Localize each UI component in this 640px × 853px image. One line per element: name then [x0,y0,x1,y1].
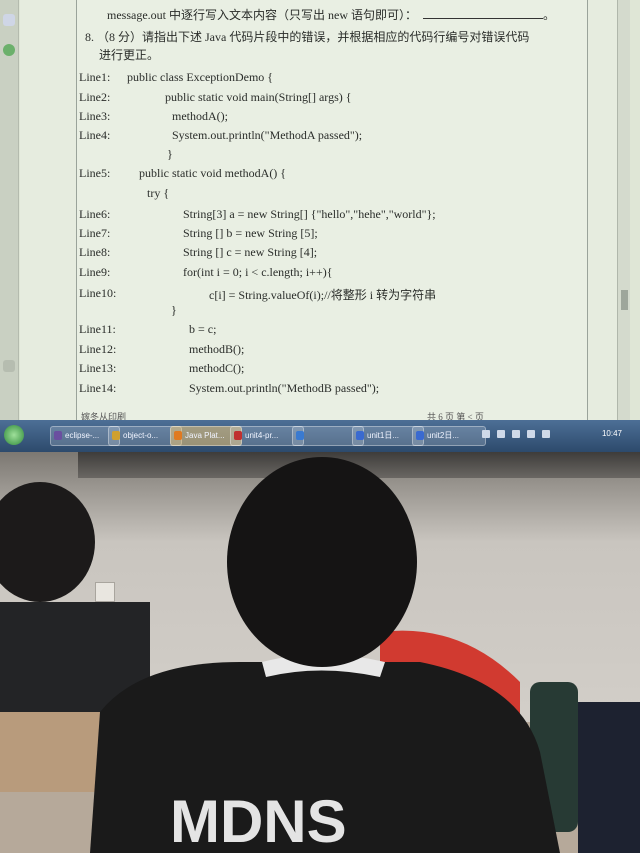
question-title-cont: 进行更正。 [99,48,160,62]
line-label: Line14: [79,381,117,395]
jacket-lettering: MDNS [170,788,347,853]
line-label: Line10: [79,286,117,300]
code-line: } [171,303,177,317]
start-button[interactable] [4,425,24,445]
line-label: Line9: [79,265,111,279]
code-line: methodB(); [189,342,245,356]
code-line: String [] c = new String [4]; [183,245,318,259]
code-line: String[3] a = new String[] {"hello","heh… [183,207,436,221]
taskbar-item-label: unit2日... [427,431,460,440]
tray-icon[interactable] [482,430,490,438]
taskbar-item[interactable]: unit2日... [412,426,486,446]
line-label: Line7: [79,226,111,240]
code-line: b = c; [189,322,217,336]
app-icon [416,431,424,440]
line-label: Line12: [79,342,117,356]
projected-screen: message.out 中逐行写入文本内容（只写出 new 语句即可）：。 8.… [0,0,640,452]
taskbar-item-label: Java Plat... [185,431,225,440]
line-label: Line1: [79,70,111,84]
code-line: System.out.println("MethodA passed"); [172,128,363,142]
line-label: Line6: [79,207,111,221]
app-icon [234,431,242,440]
student-center-head [227,457,417,667]
code-line: public static void methodA() { [139,166,287,180]
line-label: Line5: [79,166,111,180]
taskbar-item-label: object-o... [123,431,159,440]
line-label: Line2: [79,90,111,104]
code-line: for(int i = 0; i < c.length; i++){ [183,265,333,279]
tray-icon[interactable] [542,430,550,438]
app-icon [54,431,62,440]
document-icon[interactable] [3,14,15,26]
line-label: Line4: [79,128,111,142]
app-icon [356,431,364,440]
tray-icon[interactable] [527,430,535,438]
code-line: } [167,147,173,161]
student-left-head [0,482,95,602]
code-line: c[i] = String.valueOf(i);//将整形 i 转为字符串 [209,288,437,302]
app-icon[interactable] [3,44,15,56]
question-title: 8. （8 分）请指出下述 Java 代码片段中的错误，并根据相应的代码行编号对… [85,30,530,44]
attach-icon[interactable] [3,360,15,372]
line-label: Line11: [79,322,116,336]
tray-icon[interactable] [497,430,505,438]
tray-icon[interactable] [512,430,520,438]
taskbar-item-label: eclipse-... [65,431,100,440]
header-line: message.out 中逐行写入文本内容（只写出 new 语句即可）：。 [107,8,555,22]
code-line: methodC(); [189,361,245,375]
code-line: try { [147,186,170,200]
line-label: Line8: [79,245,111,259]
app-icon [112,431,120,440]
document-viewer: message.out 中逐行写入文本内容（只写出 new 语句即可）：。 8.… [20,0,630,422]
line-label: Line3: [79,109,111,123]
code-line: System.out.println("MethodB passed"); [189,381,380,395]
classroom-photo: MDNS [0,452,640,853]
answer-blank [422,8,543,19]
code-line: public class ExceptionDemo { [127,70,274,84]
document-page: message.out 中逐行写入文本内容（只写出 new 语句即可）：。 8.… [76,0,588,422]
scroll-thumb[interactable] [621,290,628,310]
clock: 10:47 [601,429,622,438]
student-right [578,702,640,853]
taskbar-item-label: unit4-pr... [245,431,279,440]
code-line: public static void main(String[] args) { [165,90,352,104]
students-scene: MDNS [0,457,640,853]
code-line: String [] b = new String [5]; [183,226,318,240]
taskbar-item-label: unit1日... [367,431,400,440]
code-line: methodA(); [172,109,228,123]
left-dock [0,0,19,420]
line-label: Line13: [79,361,117,375]
taskbar: eclipse-... object-o... Java Plat... unit4-… [0,420,640,452]
app-icon [296,431,304,440]
app-icon [174,431,182,440]
vertical-scrollbar[interactable] [617,0,630,420]
